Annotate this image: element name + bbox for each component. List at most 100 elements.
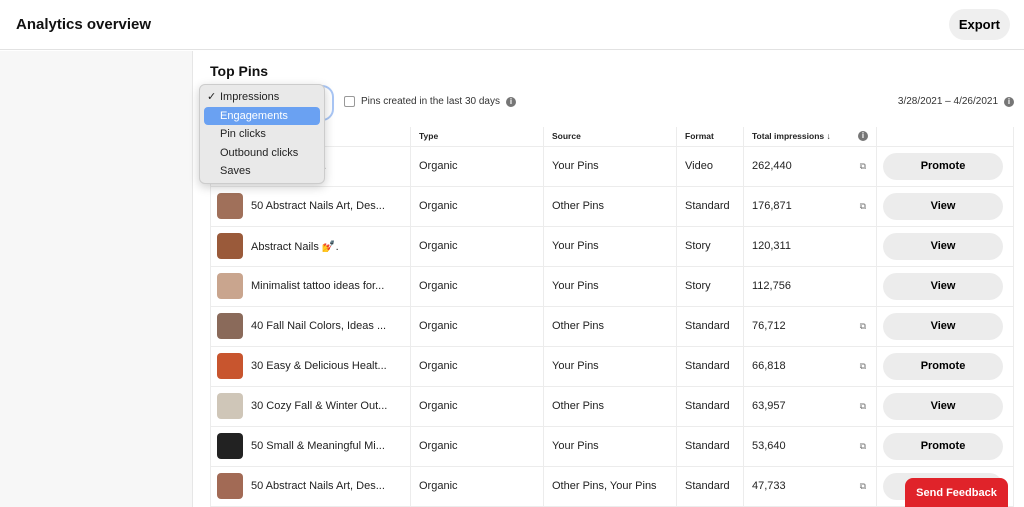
column-header[interactable]: Format: [676, 127, 744, 147]
pin-thumbnail[interactable]: [217, 273, 243, 299]
source-cell: Other Pins: [543, 385, 677, 427]
checkbox[interactable]: [344, 96, 355, 107]
column-header[interactable]: Source: [543, 127, 677, 147]
option-label: Saves: [220, 165, 251, 177]
pin-cell[interactable]: 50 Abstract Nails Art, Des...: [210, 185, 411, 227]
impressions-cell: 53,640 ⧉: [743, 425, 877, 467]
impressions-value: 53,640: [752, 440, 786, 452]
pin-thumbnail[interactable]: [217, 193, 243, 219]
option-label: Engagements: [220, 109, 288, 122]
dropdown-option[interactable]: Pin clicks: [204, 125, 320, 144]
table-row[interactable]: Abstract Nails 💅. Organic Your Pins Stor…: [210, 225, 1014, 267]
table-row[interactable]: 30 Easy & Delicious Healt... Organic You…: [210, 345, 1014, 387]
date-range-text: 3/28/2021 – 4/26/2021: [897, 96, 998, 107]
metric-dropdown-menu: ✓ Impressions Engagements Pin clicks Outboun…: [199, 84, 325, 184]
pin-thumbnail[interactable]: [217, 433, 243, 459]
column-header[interactable]: Type: [410, 127, 544, 147]
impressions-value: 176,871: [752, 200, 792, 212]
impressions-cell: 47,733 ⧉: [743, 465, 877, 507]
pin-cell[interactable]: 50 Abstract Nails Art, Des...: [210, 465, 411, 507]
info-icon[interactable]: i: [1004, 96, 1014, 107]
impressions-value: 47,733: [752, 480, 786, 492]
promote-button[interactable]: Promote: [883, 152, 1003, 180]
source-cell: Other Pins: [543, 305, 677, 347]
send-feedback-button[interactable]: Send Feedback: [905, 478, 1008, 507]
impressions-cell: 262,440 ⧉: [743, 145, 877, 187]
dropdown-option[interactable]: Engagements: [204, 106, 320, 125]
pin-cell[interactable]: 30 Cozy Fall & Winter Out...: [210, 385, 411, 427]
pin-title: Minimalist tattoo ideas for...: [251, 280, 385, 292]
pin-cell[interactable]: 40 Fall Nail Colors, Ideas ...: [210, 305, 411, 347]
dropdown-option[interactable]: Saves: [204, 162, 320, 181]
format-cell: Video: [676, 145, 744, 187]
table-row[interactable]: 50 Abstract Nails Art, Des... Organic Ot…: [210, 185, 1014, 227]
type-cell: Organic: [410, 225, 544, 267]
view-button[interactable]: View: [883, 392, 1003, 420]
source-cell: Your Pins: [543, 225, 677, 267]
info-icon[interactable]: i: [858, 131, 868, 142]
format-cell: Standard: [676, 385, 744, 427]
filter-checkbox[interactable]: Pins created in the last 30 days i: [344, 96, 516, 107]
date-range[interactable]: 3/28/2021 – 4/26/2021 i: [898, 96, 1014, 107]
table-row[interactable]: Minimalist tattoo ideas for... Organic Y…: [210, 265, 1014, 307]
copy-icon: ⧉: [859, 200, 866, 211]
column-header: [876, 127, 1014, 147]
table-row[interactable]: 40 Fall Nail Colors, Ideas ... Organic O…: [210, 305, 1014, 347]
header: Analytics overview Export: [0, 0, 1024, 50]
impressions-cell: 76,712 ⧉: [743, 305, 877, 347]
pin-thumbnail[interactable]: [217, 393, 243, 419]
format-cell: Standard: [676, 425, 744, 467]
impressions-value: 112,756: [752, 280, 791, 292]
pin-cell[interactable]: Abstract Nails 💅.: [210, 225, 411, 267]
action-cell: View: [876, 305, 1014, 347]
view-button[interactable]: View: [883, 232, 1003, 260]
table-row[interactable]: 50 Small & Meaningful Mi... Organic Your…: [210, 425, 1014, 467]
pin-thumbnail[interactable]: [217, 313, 243, 339]
format-cell: Standard: [676, 305, 744, 347]
type-cell: Organic: [410, 345, 544, 387]
view-button[interactable]: View: [883, 272, 1003, 300]
type-cell: Organic: [410, 185, 544, 227]
type-cell: Organic: [410, 305, 544, 347]
promote-button[interactable]: Promote: [883, 352, 1003, 380]
pin-cell[interactable]: 50 Small & Meaningful Mi...: [210, 425, 411, 467]
impressions-value: 66,818: [752, 360, 786, 372]
impressions-cell: 66,818 ⧉: [743, 345, 877, 387]
type-cell: Organic: [410, 145, 544, 187]
action-cell: View: [876, 185, 1014, 227]
pin-thumbnail[interactable]: [217, 353, 243, 379]
view-button[interactable]: View: [883, 192, 1003, 220]
action-cell: Promote: [876, 145, 1014, 187]
table-row[interactable]: …ut ft 25 bea... Organic Your Pins Video…: [210, 145, 1014, 187]
impressions-value: 76,712: [752, 320, 786, 332]
pin-thumbnail[interactable]: [217, 473, 243, 499]
pin-title: Abstract Nails 💅.: [251, 240, 339, 253]
copy-icon: ⧉: [859, 160, 866, 171]
section-title: Top Pins: [210, 63, 269, 79]
impressions-value: 63,957: [752, 400, 786, 412]
export-button[interactable]: Export: [948, 9, 1010, 40]
impressions-cell: 176,871 ⧉: [743, 185, 877, 227]
action-cell: View: [876, 385, 1014, 427]
table-row[interactable]: 30 Cozy Fall & Winter Out... Organic Oth…: [210, 385, 1014, 427]
dropdown-option[interactable]: ✓ Impressions: [204, 88, 320, 107]
pin-cell[interactable]: Minimalist tattoo ideas for...: [210, 265, 411, 307]
action-cell: Promote: [876, 345, 1014, 387]
pin-title: 30 Easy & Delicious Healt...: [251, 360, 387, 372]
sidebar: [0, 51, 193, 507]
pin-thumbnail[interactable]: [217, 233, 243, 259]
checkbox-label: Pins created in the last 30 days: [361, 96, 500, 107]
copy-icon: ⧉: [859, 480, 866, 491]
source-cell: Your Pins: [543, 345, 677, 387]
column-header[interactable]: Total impressions ↓ i: [743, 127, 877, 147]
option-label: Pin clicks: [220, 128, 266, 140]
table-row[interactable]: 50 Abstract Nails Art, Des... Organic Ot…: [210, 465, 1014, 507]
dropdown-option[interactable]: Outbound clicks: [204, 144, 320, 163]
pin-cell[interactable]: 30 Easy & Delicious Healt...: [210, 345, 411, 387]
promote-button[interactable]: Promote: [883, 432, 1003, 460]
action-cell: View: [876, 265, 1014, 307]
type-cell: Organic: [410, 465, 544, 507]
view-button[interactable]: View: [883, 312, 1003, 340]
info-icon[interactable]: i: [505, 96, 516, 107]
format-cell: Standard: [676, 465, 744, 507]
